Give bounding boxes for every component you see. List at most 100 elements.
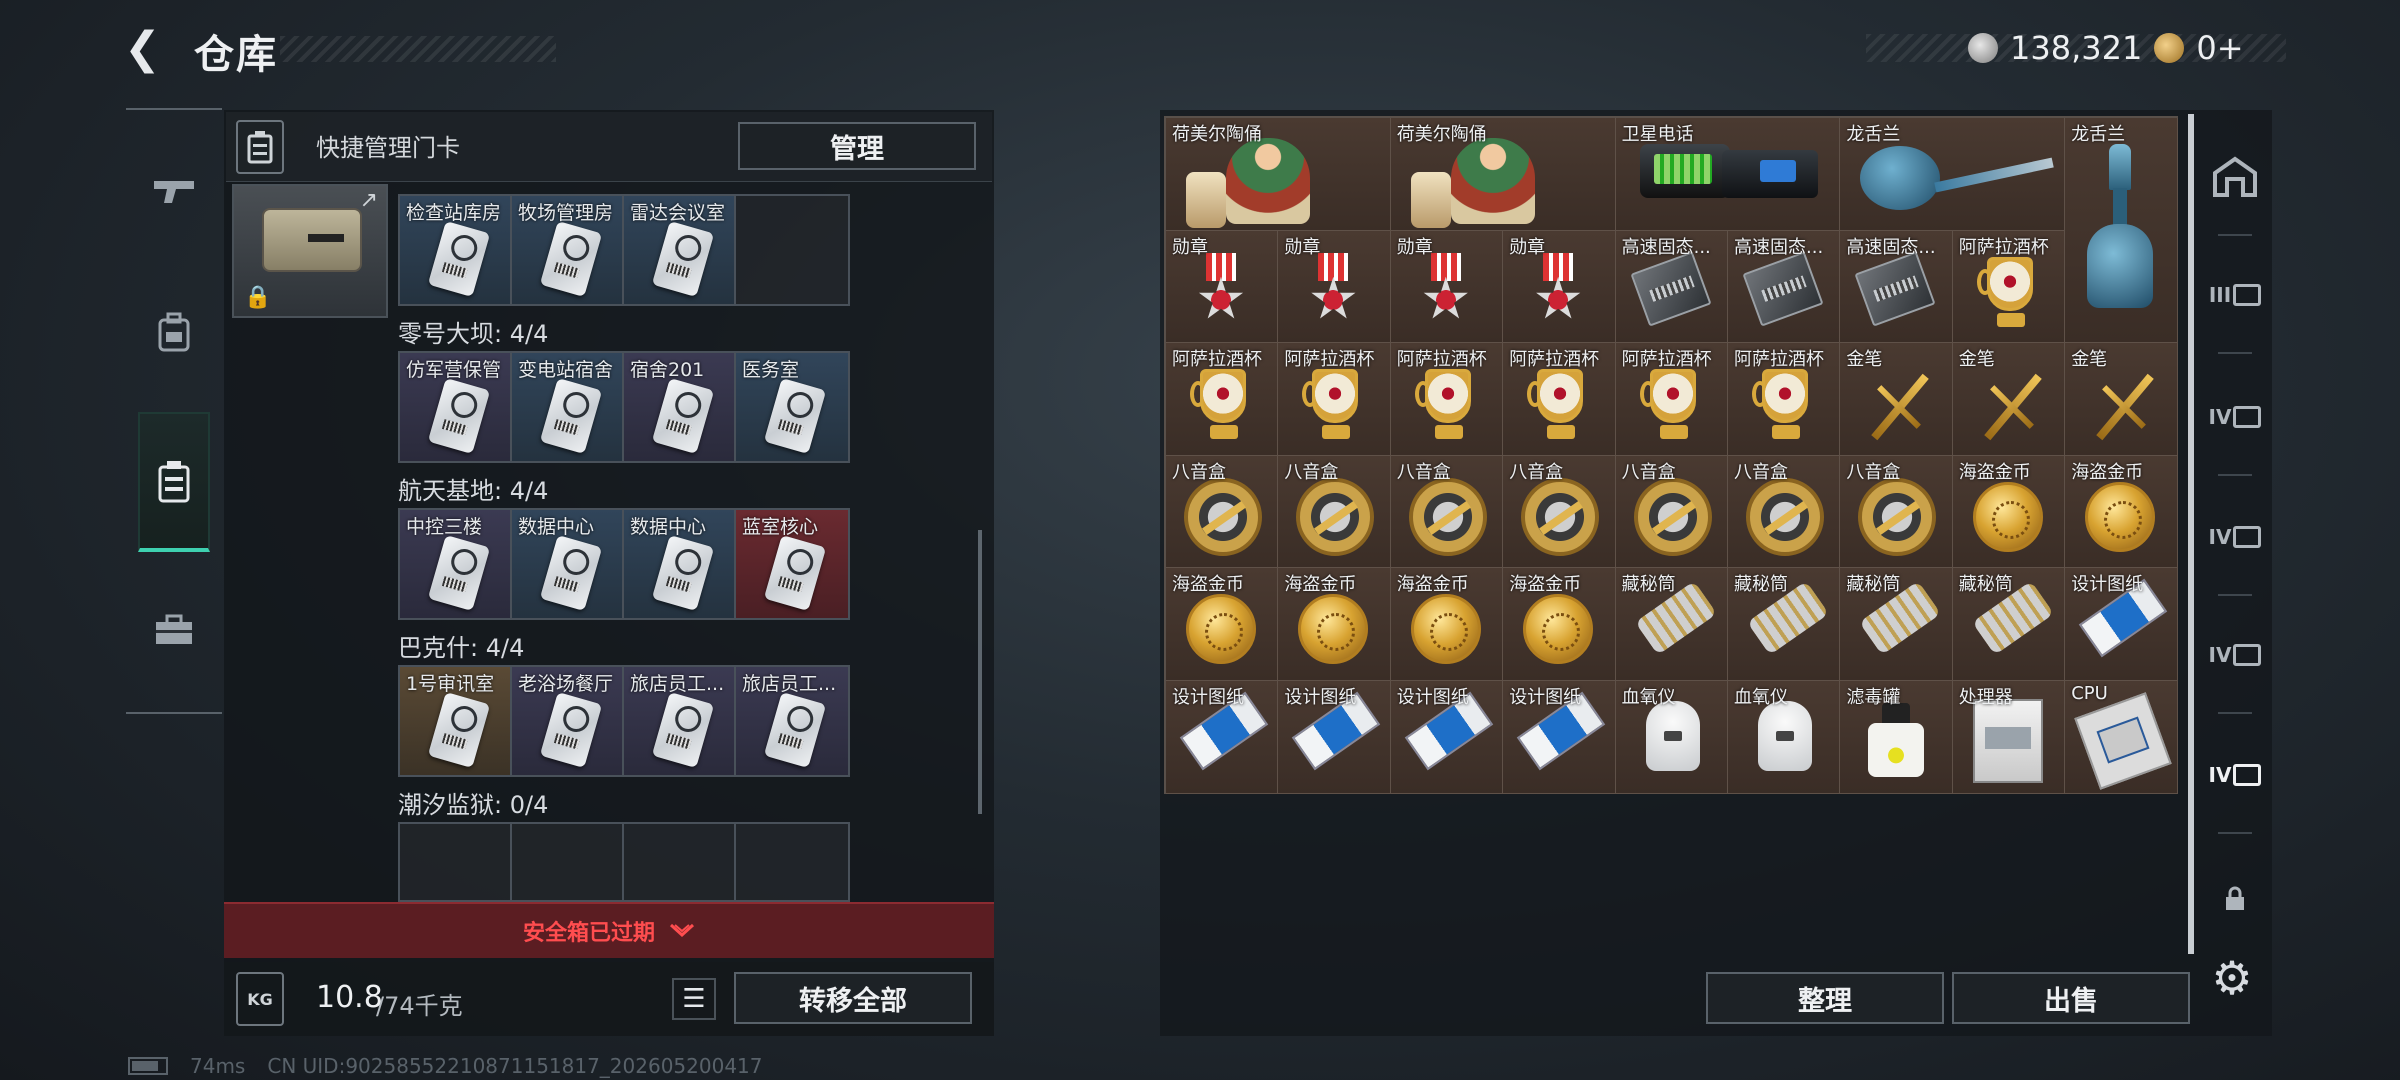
key-slot[interactable]: 检查站库房 [400, 196, 512, 304]
stash-item[interactable]: 高速固态... [1615, 230, 1728, 344]
stash-item[interactable]: 八音盒 [1615, 455, 1728, 569]
weight-icon: KG [236, 972, 284, 1026]
stash-item[interactable]: 荷美尔陶俑 [1166, 118, 1391, 231]
empty-key-slot[interactable] [400, 824, 512, 900]
cup-item-icon [1527, 369, 1591, 445]
key-slot[interactable]: 蓝室核心 [736, 510, 848, 618]
stash-item[interactable]: 海盗金币 [1952, 455, 2066, 569]
key-slot[interactable]: 老浴场餐厅 [512, 667, 624, 775]
stash-item[interactable]: 阿萨拉酒杯 [1503, 343, 1616, 456]
transfer-all-button[interactable]: 转移全部 [734, 972, 972, 1024]
key-slot[interactable]: 1号审讯室 [400, 667, 512, 775]
stash-scrollbar[interactable] [2188, 114, 2194, 954]
stash-item[interactable]: 海盗金币 [1278, 568, 1391, 681]
lock-icon[interactable] [2206, 870, 2264, 928]
empty-key-slot[interactable] [512, 824, 624, 900]
key-slot[interactable]: 宿舍201 [624, 353, 736, 461]
stash-item[interactable]: 八音盒 [1728, 455, 1841, 569]
key-slot[interactable]: 中控三楼 [400, 510, 512, 618]
stash-item[interactable]: CPU [2065, 681, 2178, 794]
key-slot[interactable]: 仿军营保管 [400, 353, 512, 461]
key-slot[interactable]: 雷达会议室 [624, 196, 736, 304]
stash-tab-iv-icon[interactable]: IV [2206, 508, 2264, 566]
backpack-icon[interactable] [138, 296, 210, 368]
stash-item[interactable]: 处理器 [1952, 681, 2066, 794]
stash-item[interactable]: 设计图纸 [1166, 681, 1279, 794]
stash-item[interactable]: 藏秘筒 [1952, 568, 2066, 681]
back-arrow-icon[interactable]: ❮ [124, 24, 168, 74]
stash-item[interactable]: 龙舌兰 [1840, 118, 2066, 231]
stash-item[interactable]: 阿萨拉酒杯 [1615, 343, 1728, 456]
gun-icon[interactable] [138, 154, 210, 226]
stash-tab-iv-active-icon[interactable]: IV [2206, 746, 2264, 804]
empty-key-slot[interactable] [624, 824, 736, 900]
stash-item[interactable]: 海盗金币 [1166, 568, 1279, 681]
key-slot[interactable]: 数据中心 [624, 510, 736, 618]
stash-item[interactable]: 滤毒罐 [1840, 681, 1953, 794]
stash-item[interactable]: 八音盒 [1278, 455, 1391, 569]
stash-item-name: 勋章 [1172, 236, 1208, 258]
stash-item[interactable]: 藏秘筒 [1728, 568, 1841, 681]
stash-item[interactable]: 勋章 [1166, 230, 1279, 344]
stash-item[interactable]: 高速固态... [1728, 230, 1841, 344]
sort-button[interactable]: 整理 [1706, 972, 1944, 1024]
stash-tab-iii-icon[interactable]: III [2206, 266, 2264, 324]
stash-item[interactable]: 设计图纸 [1278, 681, 1391, 794]
safe-box-expired-banner[interactable]: 安全箱已过期 [224, 902, 994, 958]
stash-item[interactable]: 八音盒 [1503, 455, 1616, 569]
stash-item[interactable]: 阿萨拉酒杯 [1728, 343, 1841, 456]
stash-item[interactable]: 海盗金币 [1390, 568, 1504, 681]
keycard-case-item[interactable]: ↗ 🔒 [232, 184, 388, 318]
keycard-case-icon[interactable] [138, 412, 210, 552]
stash-item[interactable]: 设计图纸 [1503, 681, 1616, 794]
stash-item[interactable]: 金笔 [1952, 343, 2066, 456]
stash-item[interactable]: 阿萨拉酒杯 [1952, 230, 2066, 344]
stash-tab-iv-folder-icon[interactable]: IV [2206, 388, 2264, 446]
stash-item[interactable]: 卫星电话 [1615, 118, 1841, 231]
stash-item[interactable]: 藏秘筒 [1840, 568, 1953, 681]
stash-item[interactable]: 血氧仪 [1615, 681, 1728, 794]
stash-item[interactable]: 设计图纸 [2065, 568, 2178, 681]
toolbox-icon[interactable] [138, 594, 210, 666]
stash-item[interactable]: 海盗金币 [2065, 455, 2178, 569]
stash-item[interactable]: 龙舌兰 [2065, 118, 2178, 344]
stash-item[interactable]: 勋章 [1390, 230, 1504, 344]
stash-item[interactable]: 藏秘筒 [1615, 568, 1728, 681]
stash-item[interactable]: 高速固态... [1840, 230, 1953, 344]
key-panel-scrollbar[interactable] [978, 530, 982, 814]
stash-item[interactable]: 荷美尔陶俑 [1390, 118, 1616, 231]
stash-item-name: 海盗金币 [2071, 461, 2144, 483]
sell-button[interactable]: 出售 [1952, 972, 2190, 1024]
stash-item[interactable]: 八音盒 [1390, 455, 1504, 569]
key-slot[interactable]: 旅店员工... [624, 667, 736, 775]
stash-item[interactable]: 八音盒 [1166, 455, 1279, 569]
list-icon[interactable]: ☰ [672, 978, 716, 1020]
medal-item-icon [1531, 252, 1585, 329]
stash-item[interactable]: 阿萨拉酒杯 [1390, 343, 1504, 456]
keycard-icon [651, 377, 715, 455]
key-slot[interactable]: 变电站宿舍 [512, 353, 624, 461]
stash-tab-iv-add-icon[interactable]: IV [2206, 626, 2264, 684]
stash-item[interactable]: 阿萨拉酒杯 [1166, 343, 1279, 456]
key-slot[interactable]: 数据中心 [512, 510, 624, 618]
stash-item[interactable]: 金笔 [2065, 343, 2178, 456]
stash-item[interactable]: 海盗金币 [1503, 568, 1616, 681]
stash-item[interactable]: 勋章 [1278, 230, 1391, 344]
empty-key-slot[interactable] [736, 196, 848, 304]
stash-item[interactable]: 金笔 [1840, 343, 1953, 456]
gear-icon[interactable]: ⚙ [2204, 950, 2260, 1006]
ssd-item-icon [1742, 250, 1824, 327]
gold-coin-amount[interactable]: 0+ [2196, 29, 2243, 67]
stash-item[interactable]: 勋章 [1503, 230, 1616, 344]
key-slot[interactable]: 医务室 [736, 353, 848, 461]
key-slot[interactable]: 旅店员工... [736, 667, 848, 775]
key-slot[interactable]: 牧场管理房 [512, 196, 624, 304]
home-stash-icon[interactable] [2206, 148, 2264, 206]
stash-item[interactable]: 八音盒 [1840, 455, 1953, 569]
stash-item[interactable]: 阿萨拉酒杯 [1278, 343, 1391, 456]
empty-key-slot[interactable] [736, 824, 848, 900]
stash-item[interactable]: 血氧仪 [1728, 681, 1841, 794]
manage-button[interactable]: 管理 [738, 122, 976, 170]
stash-item[interactable]: 设计图纸 [1390, 681, 1504, 794]
stash-item-name: 设计图纸 [1509, 687, 1582, 708]
